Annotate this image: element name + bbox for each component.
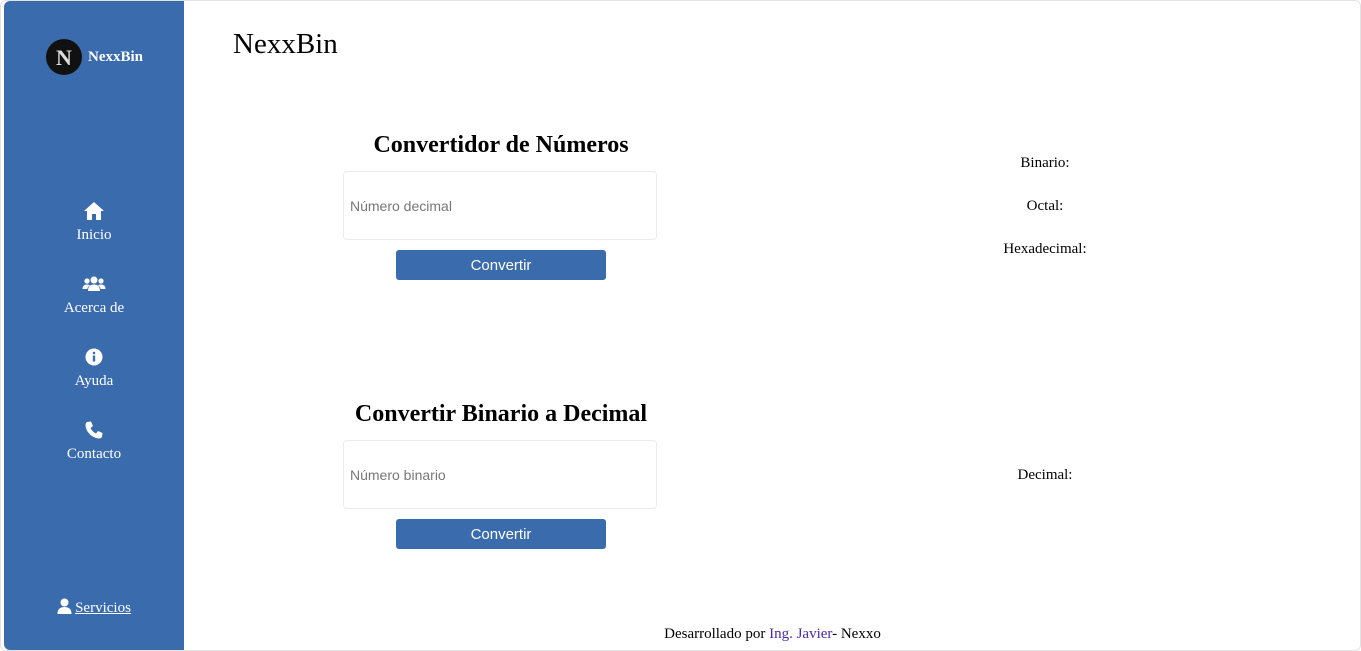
author-link[interactable]: Ing. Javier bbox=[769, 626, 832, 642]
phone-icon bbox=[84, 420, 104, 440]
footer: Desarrollado por Ing. Javier- Nexxo bbox=[0, 626, 1361, 643]
services-label: Servicios bbox=[75, 600, 131, 616]
info-icon bbox=[84, 347, 104, 367]
sidebar-item-contacto[interactable]: Contacto bbox=[4, 420, 184, 493]
footer-prefix: Desarrollado por bbox=[664, 626, 770, 642]
sidebar-item-label: Inicio bbox=[76, 227, 112, 243]
home-icon bbox=[83, 201, 105, 221]
services-link-container: Servicios bbox=[4, 598, 184, 619]
convert-binary-button[interactable]: Convertir bbox=[396, 519, 606, 549]
binary-result-label: Binario: bbox=[1020, 155, 1070, 171]
app-frame bbox=[0, 0, 1361, 651]
users-icon bbox=[82, 274, 106, 294]
sidebar-item-label: Acerca de bbox=[63, 300, 125, 316]
sidebar-item-label: Ayuda bbox=[74, 373, 114, 389]
decimal-input[interactable] bbox=[343, 171, 657, 240]
brand-logo-icon: N bbox=[46, 39, 82, 75]
octal-result-label: Octal: bbox=[1026, 198, 1064, 214]
svg-text:N: N bbox=[56, 45, 72, 70]
user-icon bbox=[57, 598, 72, 619]
sidebar-item-inicio[interactable]: Inicio bbox=[4, 201, 184, 274]
decimal-result-label: Decimal: bbox=[1017, 467, 1073, 483]
binary-input[interactable] bbox=[343, 440, 657, 509]
sidebar-nav: Inicio Acerca de Ayuda Contacto bbox=[4, 201, 184, 493]
hexadecimal-result-label: Hexadecimal: bbox=[1003, 241, 1087, 257]
brand[interactable]: N NexxBin bbox=[46, 39, 143, 75]
page-title: NexxBin bbox=[233, 28, 338, 60]
footer-suffix: - Nexxo bbox=[832, 626, 881, 642]
sidebar-item-acerca-de[interactable]: Acerca de bbox=[4, 274, 184, 347]
sidebar-item-ayuda[interactable]: Ayuda bbox=[4, 347, 184, 420]
decimal-converter-title: Convertidor de Números bbox=[373, 132, 629, 158]
services-link[interactable]: Servicios bbox=[57, 598, 131, 619]
binary-converter-title: Convertir Binario a Decimal bbox=[354, 401, 648, 427]
convert-decimal-button[interactable]: Convertir bbox=[396, 250, 606, 280]
sidebar: N NexxBin Inicio Acerca de Ayuda Contact… bbox=[4, 1, 184, 650]
brand-name: NexxBin bbox=[88, 48, 144, 65]
sidebar-item-label: Contacto bbox=[66, 446, 122, 462]
